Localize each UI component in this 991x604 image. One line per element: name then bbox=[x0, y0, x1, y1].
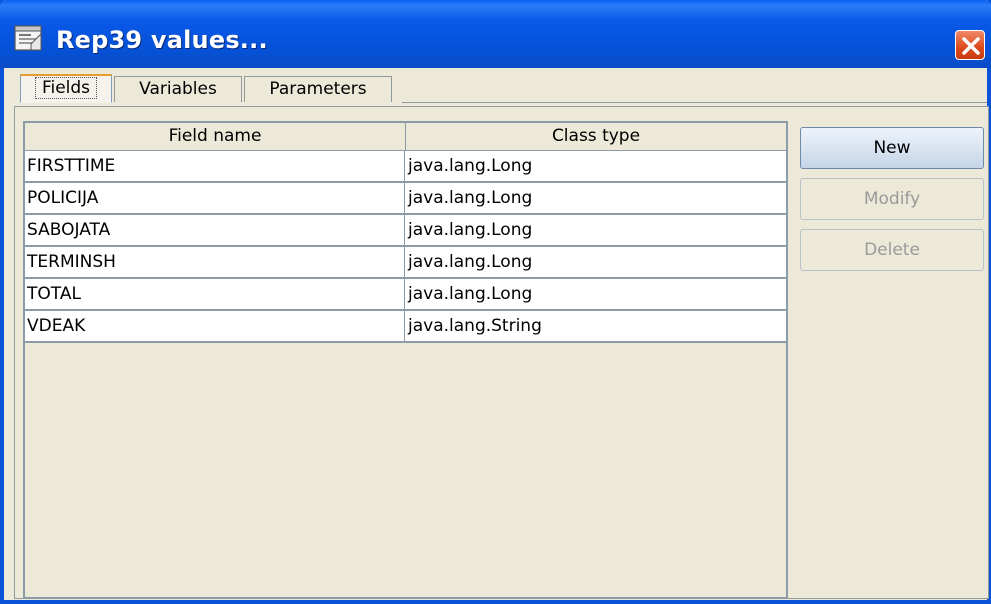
tab-parameters-label: Parameters bbox=[269, 79, 367, 99]
close-icon bbox=[962, 37, 980, 55]
table-row[interactable]: TOTAL java.lang.Long bbox=[25, 279, 786, 311]
class-type-cell: java.lang.Long bbox=[408, 156, 533, 176]
class-type-cell: java.lang.Long bbox=[408, 220, 533, 240]
report-icon bbox=[14, 24, 44, 52]
class-type-cell: java.lang.Long bbox=[408, 284, 533, 304]
tab-parameters[interactable]: Parameters bbox=[244, 76, 392, 102]
class-type-cell: java.lang.Long bbox=[408, 188, 533, 208]
tab-variables-label: Variables bbox=[139, 79, 217, 99]
column-header-field-name[interactable]: Field name bbox=[25, 123, 406, 151]
table-row[interactable]: TERMINSH java.lang.Long bbox=[25, 247, 786, 279]
tab-fields[interactable]: Fields bbox=[20, 74, 112, 103]
tab-variables[interactable]: Variables bbox=[114, 76, 242, 102]
title-bar[interactable]: Rep39 values... bbox=[0, 0, 991, 68]
modify-button[interactable]: Modify bbox=[800, 178, 984, 220]
field-name-cell: POLICIJA bbox=[25, 183, 405, 213]
field-name-cell: FIRSTTIME bbox=[25, 151, 405, 181]
fields-table: Field name Class type FIRSTTIME java.lan… bbox=[23, 121, 788, 599]
table-row[interactable]: POLICIJA java.lang.Long bbox=[25, 183, 786, 215]
new-button[interactable]: New bbox=[800, 127, 984, 169]
close-button[interactable] bbox=[955, 30, 985, 60]
class-type-cell: java.lang.Long bbox=[408, 252, 533, 272]
tab-fields-label: Fields bbox=[34, 77, 98, 99]
table-row[interactable]: FIRSTTIME java.lang.Long bbox=[25, 151, 786, 183]
fields-panel: Field name Class type FIRSTTIME java.lan… bbox=[14, 106, 989, 599]
window-title: Rep39 values... bbox=[56, 26, 268, 54]
table-row[interactable]: SABOJATA java.lang.Long bbox=[25, 215, 786, 247]
field-name-cell: VDEAK bbox=[25, 311, 405, 341]
tab-strip: Fields Variables Parameters bbox=[8, 72, 991, 103]
field-name-cell: TERMINSH bbox=[25, 247, 405, 277]
dialog-window: Rep39 values... Fields Variables Paramet… bbox=[0, 0, 991, 604]
delete-button[interactable]: Delete bbox=[800, 229, 984, 271]
field-name-cell: TOTAL bbox=[25, 279, 405, 309]
column-header-class-type[interactable]: Class type bbox=[406, 123, 786, 151]
table-row[interactable]: VDEAK java.lang.String bbox=[25, 311, 786, 343]
tab-divider bbox=[402, 102, 987, 103]
class-type-cell: java.lang.String bbox=[408, 316, 542, 336]
field-name-cell: SABOJATA bbox=[25, 215, 405, 245]
